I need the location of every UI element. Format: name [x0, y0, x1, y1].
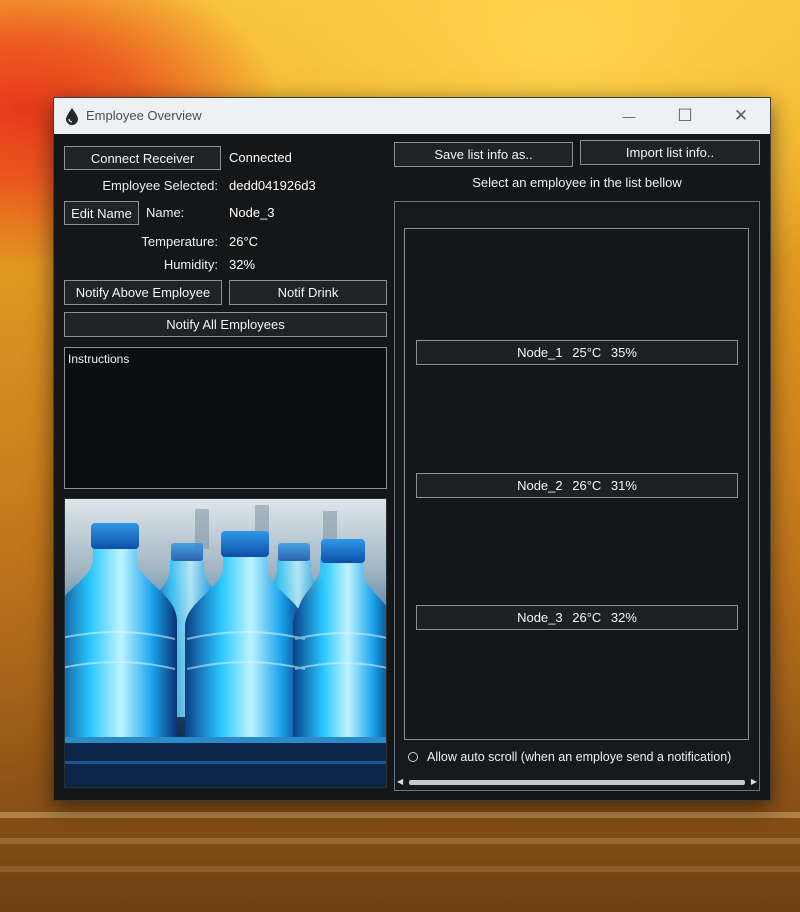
- background-streak: [0, 838, 800, 844]
- name-value: Node_3: [229, 205, 275, 220]
- employee-list-item[interactable]: Node_3 26°C 32%: [416, 605, 738, 630]
- humidity-value: 32%: [229, 257, 256, 272]
- background-streak: [0, 812, 800, 818]
- employee-list[interactable]: Node_1 25°C 35% Node_2 26°C 31% Node_3 2…: [404, 228, 749, 740]
- employee-selected-value: dedd041926d3: [229, 178, 316, 193]
- scrollbar-thumb[interactable]: [409, 780, 745, 785]
- notify-above-employee-button[interactable]: Notify Above Employee: [64, 280, 222, 305]
- water-bottles-image: [64, 498, 387, 788]
- water-bottles-illustration: [65, 499, 386, 787]
- window-title: Employee Overview: [86, 108, 202, 123]
- humidity-label: Humidity:: [163, 257, 218, 272]
- connect-receiver-button[interactable]: Connect Receiver: [64, 146, 221, 170]
- employee-selected-label: Employee Selected:: [102, 178, 218, 193]
- minimize-icon[interactable]: —: [606, 98, 652, 134]
- close-icon[interactable]: ✕: [718, 98, 764, 134]
- water-drop-icon: [66, 108, 78, 125]
- scroll-left-icon[interactable]: ◀: [397, 777, 403, 786]
- instructions-label: Instructions: [68, 352, 130, 366]
- name-label: Name:: [146, 205, 185, 220]
- temperature-label: Temperature:: [141, 234, 218, 249]
- employee-list-item[interactable]: Node_2 26°C 31%: [416, 473, 738, 498]
- temperature-value: 26°C: [229, 234, 259, 249]
- connection-status: Connected: [229, 150, 292, 165]
- auto-scroll-option[interactable]: Allow auto scroll (when an employe send …: [408, 750, 731, 764]
- edit-name-button[interactable]: Edit Name: [64, 201, 139, 225]
- notify-all-employees-button[interactable]: Notify All Employees: [64, 312, 387, 337]
- select-employee-prompt: Select an employee in the list bellow: [472, 175, 682, 190]
- auto-scroll-label: Allow auto scroll (when an employe send …: [427, 750, 732, 764]
- title-bar[interactable]: Employee Overview — ☐ ✕: [54, 98, 770, 134]
- window-client-area: Connect Receiver Connected Employee Sele…: [54, 134, 770, 800]
- horizontal-scrollbar[interactable]: ◀ ▶: [397, 776, 757, 788]
- background-streak: [0, 866, 800, 872]
- instructions-panel: Instructions: [64, 347, 387, 489]
- save-list-info-button[interactable]: Save list info as..: [394, 142, 573, 167]
- scroll-right-icon[interactable]: ▶: [751, 777, 757, 786]
- radio-icon[interactable]: [408, 752, 418, 762]
- notif-drink-button[interactable]: Notif Drink: [229, 280, 387, 305]
- maximize-icon[interactable]: ☐: [662, 98, 708, 134]
- employee-overview-window: Employee Overview — ☐ ✕ Connect Receiver…: [53, 97, 771, 801]
- employee-list-item[interactable]: Node_1 25°C 35%: [416, 340, 738, 365]
- employee-list-panel: Node_1 25°C 35% Node_2 26°C 31% Node_3 2…: [394, 201, 760, 791]
- import-list-info-button[interactable]: Import list info..: [580, 140, 760, 165]
